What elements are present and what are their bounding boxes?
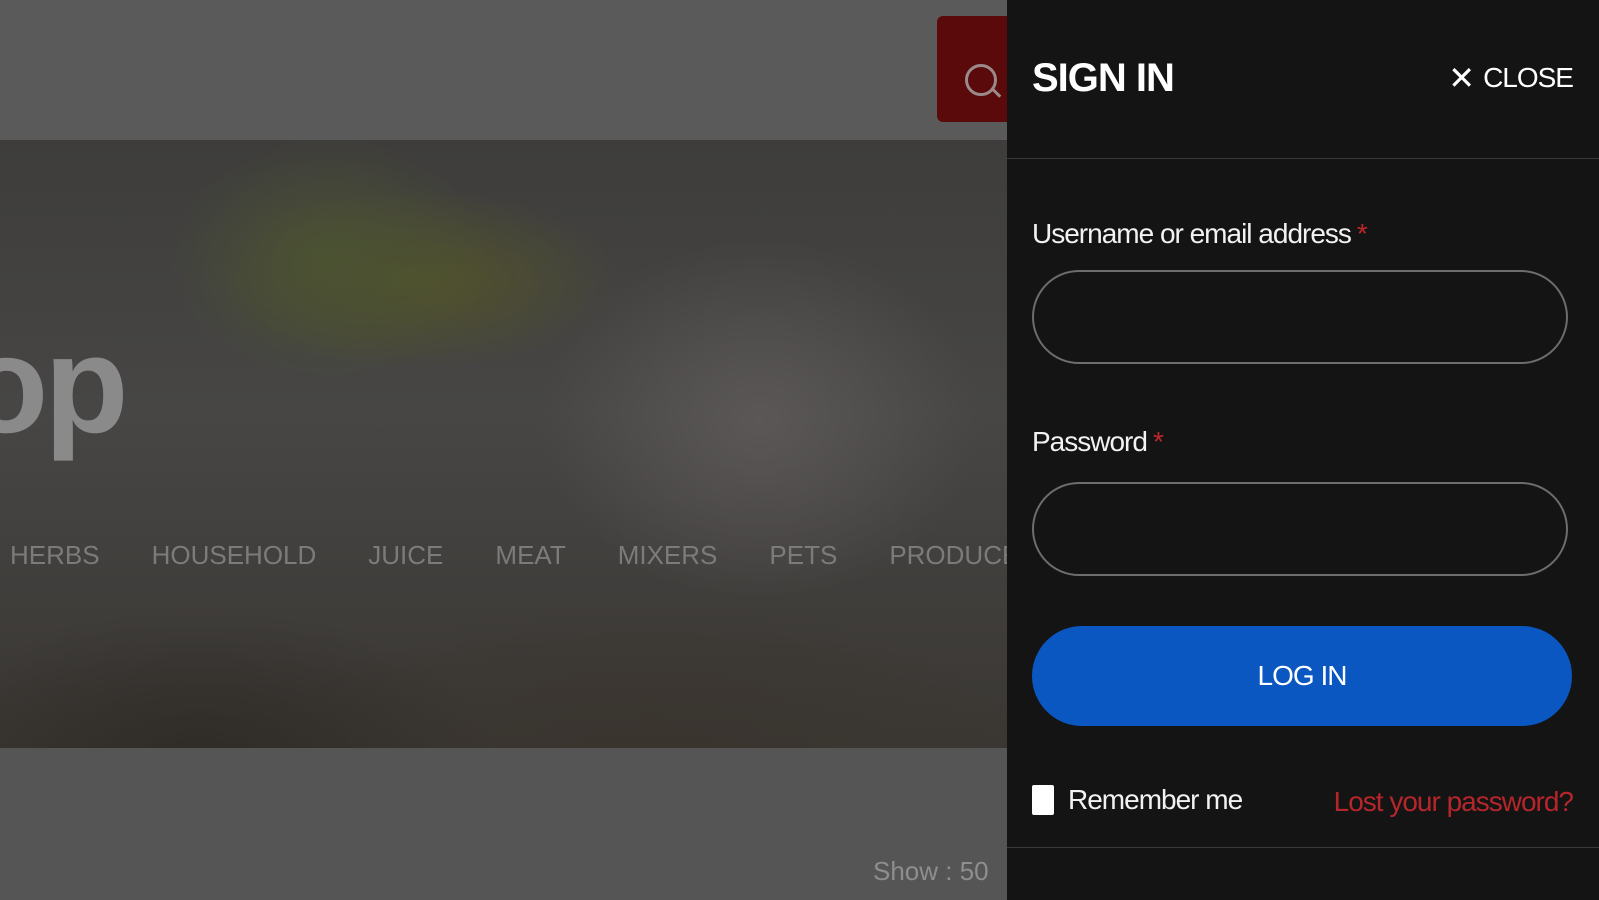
category-pets[interactable]: PETS — [769, 540, 837, 571]
password-input[interactable] — [1032, 482, 1568, 576]
password-label: Password * — [1032, 426, 1164, 458]
hero-title: op — [0, 308, 129, 462]
site-header — [0, 0, 1007, 140]
category-nav: HERBS HOUSEHOLD JUICE MEAT MIXERS PETS P… — [0, 535, 1131, 575]
show-per-page[interactable]: Show : 50 — [873, 856, 989, 887]
hero-banner: op HERBS HOUSEHOLD JUICE MEAT MIXERS PET… — [0, 140, 1089, 748]
sign-in-drawer: SIGN IN ✕ CLOSE Username or email addres… — [1007, 0, 1599, 900]
password-label-text: Password — [1032, 426, 1148, 457]
username-input[interactable] — [1032, 270, 1568, 364]
close-icon: ✕ — [1448, 60, 1476, 96]
username-label: Username or email address * — [1032, 218, 1368, 250]
drawer-title: SIGN IN — [1032, 56, 1175, 100]
required-mark: * — [1152, 426, 1164, 457]
category-mixers[interactable]: MIXERS — [618, 540, 718, 571]
close-label: CLOSE — [1483, 62, 1574, 93]
category-produce[interactable]: PRODUCE — [889, 540, 1019, 571]
divider — [1007, 847, 1599, 848]
remember-label: Remember me — [1068, 784, 1243, 815]
remember-checkbox[interactable] — [1032, 785, 1054, 815]
category-juice[interactable]: JUICE — [368, 540, 443, 571]
category-herbs[interactable]: HERBS — [10, 540, 100, 571]
search-icon — [965, 64, 997, 96]
page: op HERBS HOUSEHOLD JUICE MEAT MIXERS PET… — [0, 0, 1599, 900]
required-mark: * — [1356, 218, 1368, 249]
close-button[interactable]: ✕ CLOSE — [1448, 60, 1574, 96]
shop-toolbar — [0, 748, 1007, 900]
remember-me: Remember me — [1032, 784, 1243, 816]
category-household[interactable]: HOUSEHOLD — [152, 540, 317, 571]
username-label-text: Username or email address — [1032, 218, 1352, 249]
login-button[interactable]: LOG IN — [1032, 626, 1572, 726]
drawer-header: SIGN IN ✕ CLOSE — [1007, 0, 1599, 159]
lost-password-link[interactable]: Lost your password? — [1334, 786, 1574, 818]
category-meat[interactable]: MEAT — [495, 540, 565, 571]
search-button[interactable] — [937, 16, 1007, 122]
